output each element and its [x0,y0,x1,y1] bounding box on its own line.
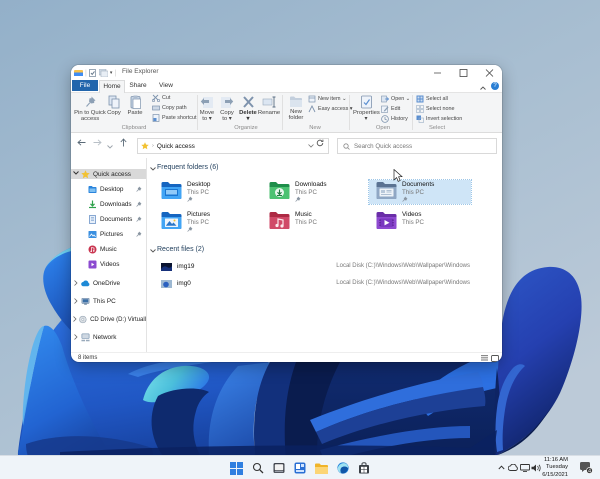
svg-text:4: 4 [588,469,591,474]
